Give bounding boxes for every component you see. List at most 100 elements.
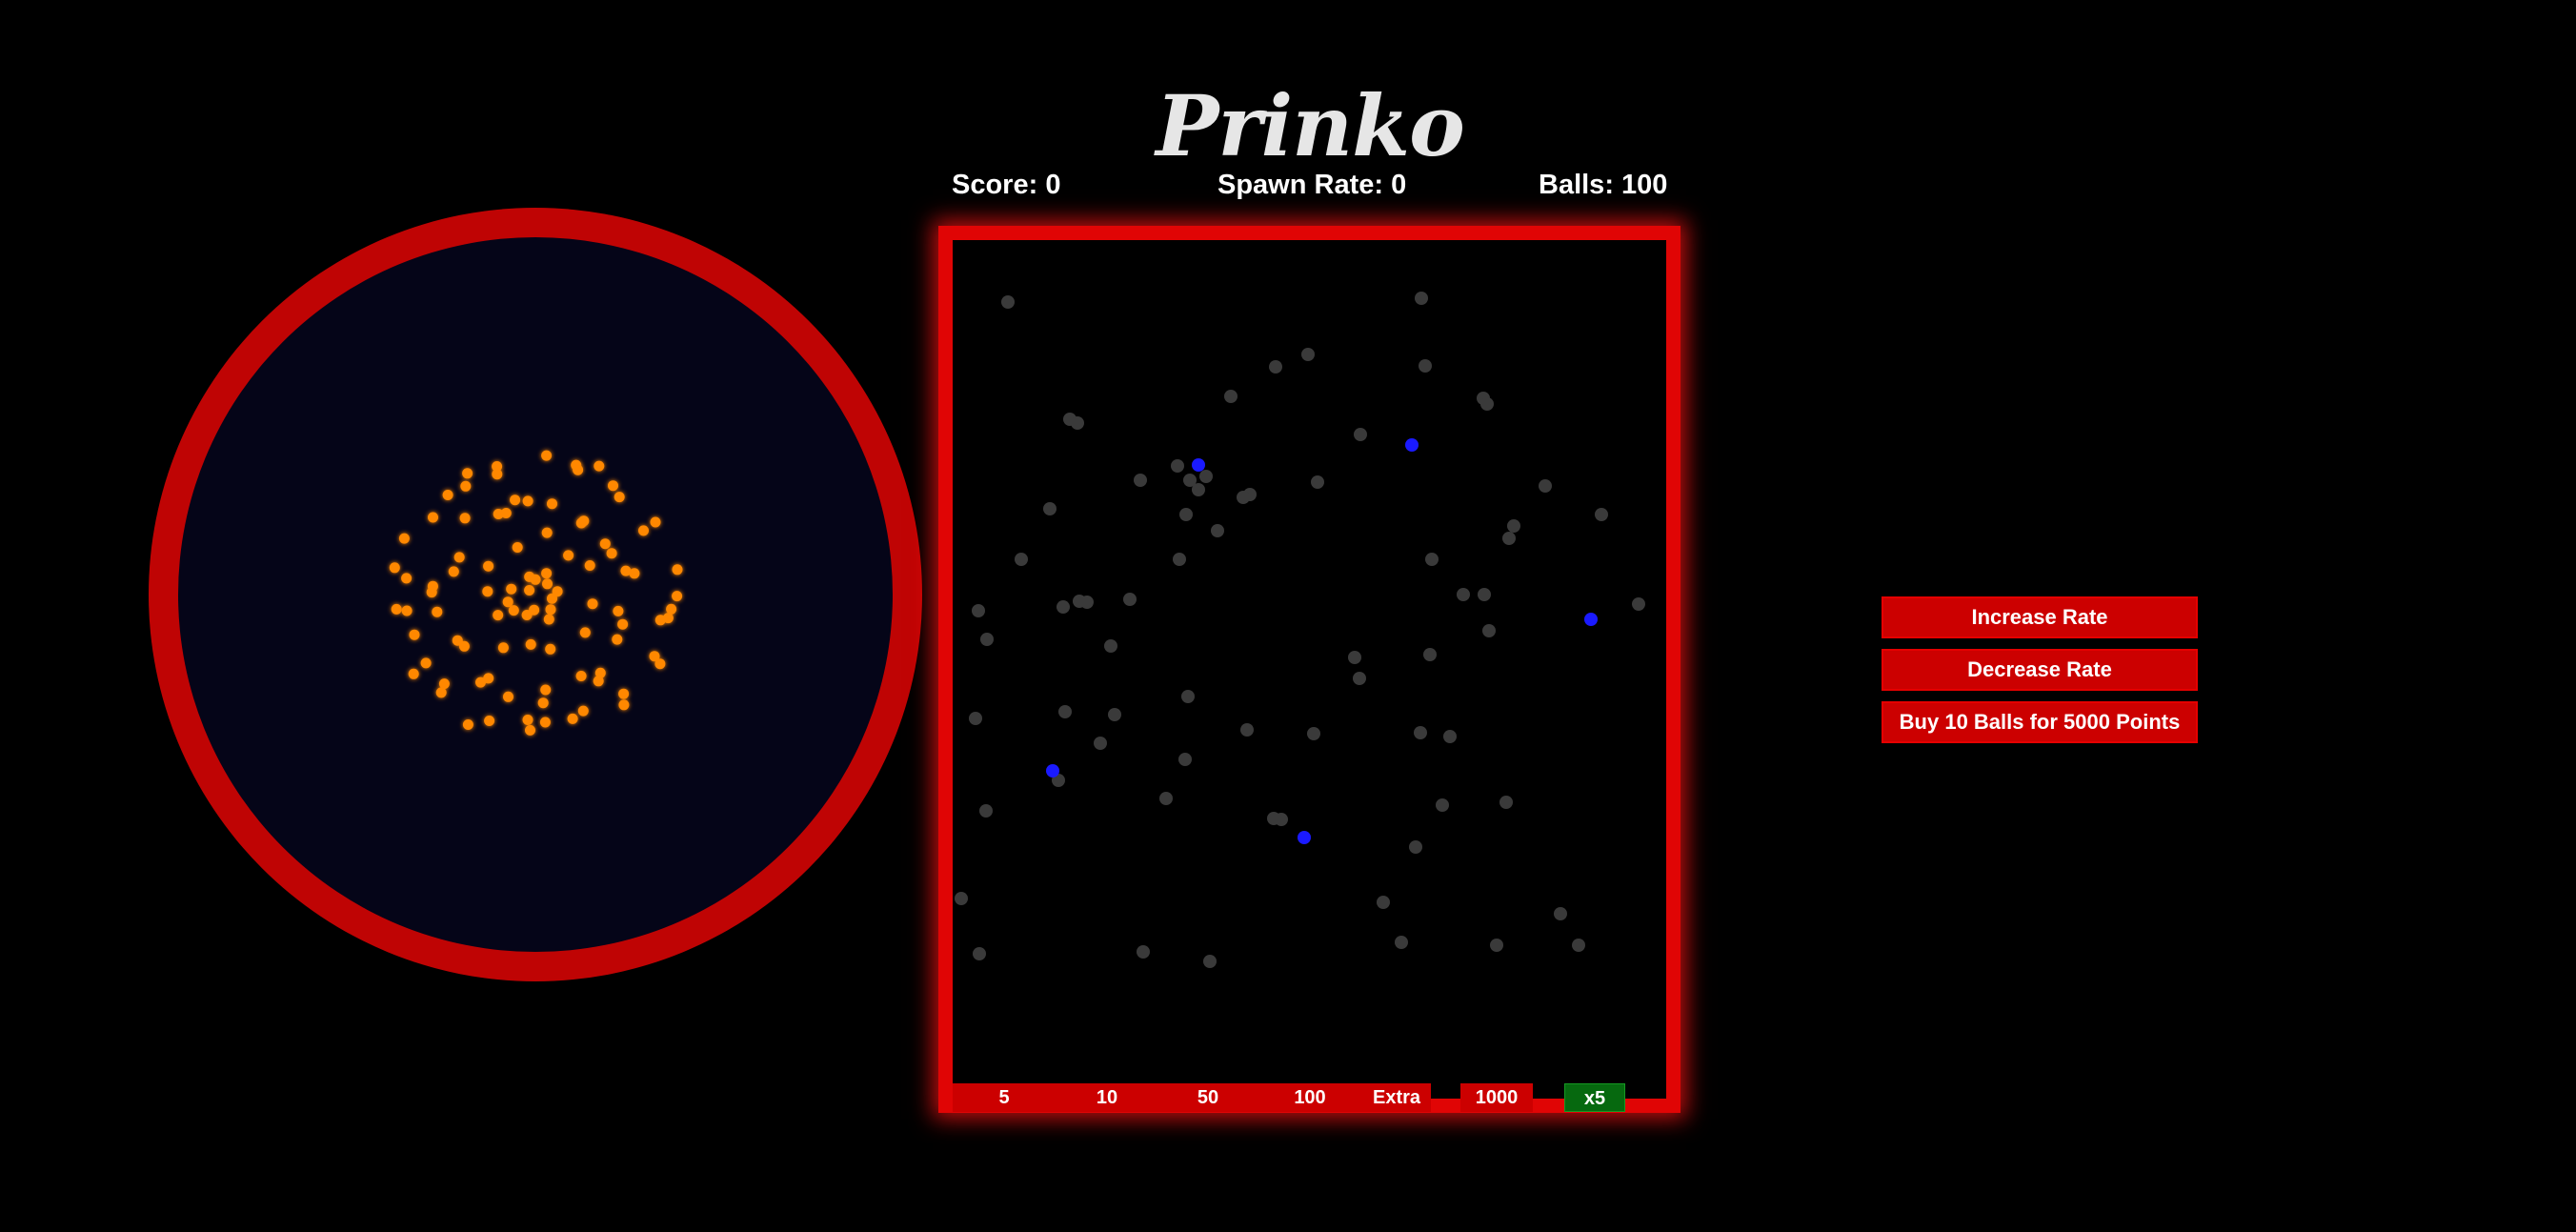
- orbit-particle: [593, 676, 604, 687]
- orbit-particle: [462, 719, 473, 730]
- orbit-particle: [408, 668, 419, 679]
- orbit-particle: [409, 629, 420, 640]
- peg: [1203, 955, 1217, 968]
- score-readout: Score: 0: [952, 170, 1061, 200]
- peg: [1181, 690, 1195, 703]
- orbit-particle: [539, 717, 551, 728]
- increase-rate-button[interactable]: Increase Rate: [1882, 596, 2198, 638]
- peg: [1178, 753, 1192, 766]
- bucket-100: 100: [1258, 1083, 1362, 1112]
- orbit-particle: [522, 495, 533, 507]
- orbit-particle: [508, 605, 519, 616]
- orbit-particle: [612, 634, 623, 645]
- orbit-particle: [428, 512, 438, 523]
- orbit-particle: [458, 640, 470, 652]
- peg: [1457, 588, 1470, 601]
- orbit-particle: [524, 585, 535, 596]
- orbit-particle: [459, 513, 471, 524]
- orbit-particles: [389, 450, 683, 736]
- buy-balls-button[interactable]: Buy 10 Balls for 5000 Points: [1882, 701, 2198, 743]
- orbit-particle: [629, 568, 640, 579]
- peg: [1104, 639, 1117, 653]
- peg: [1171, 459, 1184, 473]
- orbit-particle: [525, 724, 535, 736]
- orbit-particle: [552, 586, 563, 597]
- peg: [1632, 597, 1645, 611]
- peg: [1057, 600, 1070, 614]
- orbit-particle: [398, 533, 410, 544]
- orbit-particle: [563, 550, 574, 561]
- orbit-particle: [525, 638, 536, 650]
- peg: [1043, 502, 1057, 515]
- orbit-particle: [638, 525, 649, 536]
- peg: [1354, 428, 1367, 441]
- peg: [1134, 474, 1147, 487]
- peg: [1224, 390, 1238, 403]
- orbit-particle: [497, 642, 509, 654]
- orbit-particle: [666, 603, 677, 615]
- peg: [1348, 651, 1361, 664]
- orbit-particle: [543, 614, 554, 625]
- orbit-particle: [512, 542, 523, 553]
- peg: [1192, 483, 1205, 496]
- peg: [1071, 416, 1084, 430]
- peg: [972, 604, 985, 617]
- orbit-particle: [493, 610, 504, 621]
- peg: [1159, 792, 1173, 805]
- peg: [1539, 479, 1552, 493]
- orbit-particle: [587, 598, 598, 610]
- peg: [1554, 907, 1567, 920]
- active-ball: [1405, 438, 1419, 452]
- orbit-particle: [448, 566, 459, 577]
- peg: [1353, 672, 1366, 685]
- orbit-particle: [522, 715, 533, 725]
- peg: [1267, 812, 1280, 825]
- orbit-particle: [460, 480, 472, 492]
- peg: [1499, 796, 1513, 809]
- bucket-10: 10: [1056, 1083, 1158, 1112]
- orbit-particle: [618, 699, 630, 711]
- peg: [1073, 595, 1086, 608]
- peg: [1414, 726, 1427, 739]
- peg: [1237, 491, 1250, 504]
- bucket-50: 50: [1158, 1083, 1258, 1112]
- peg: [1001, 295, 1015, 309]
- orbit-particle: [442, 490, 453, 500]
- peg: [1502, 532, 1516, 545]
- orbit-particle: [483, 560, 494, 572]
- peg: [955, 892, 968, 905]
- orbit-particle: [510, 495, 521, 506]
- bucket-5: 5: [953, 1083, 1056, 1112]
- balls-readout: Balls: 100: [1539, 170, 1668, 200]
- peg: [1377, 896, 1390, 909]
- peg: [1301, 348, 1315, 361]
- orbit-particle: [542, 578, 553, 590]
- game-screen: Prinko Score: 0 Spawn Rate: 0 Balls: 100…: [0, 0, 2576, 1232]
- orbit-canvas: [178, 237, 893, 952]
- peg: [1015, 553, 1028, 566]
- plinko-board: 5 10 50 100 Extra 1000 x5: [938, 226, 1680, 1113]
- orbit-particle: [541, 450, 553, 461]
- orbit-particle: [506, 583, 517, 595]
- orbit-particle: [482, 586, 493, 597]
- orbit-particle: [547, 498, 557, 510]
- peg: [979, 804, 993, 818]
- orbit-particle: [594, 460, 605, 472]
- orbit-particle: [599, 538, 611, 550]
- orbit-particle: [500, 508, 512, 518]
- orbit-particle: [401, 605, 413, 616]
- decrease-rate-button[interactable]: Decrease Rate: [1882, 649, 2198, 691]
- peg: [1480, 397, 1494, 411]
- orbit-particle: [484, 716, 495, 726]
- peg: [1311, 475, 1324, 489]
- orbit-particle: [492, 461, 503, 472]
- active-ball: [1584, 613, 1598, 626]
- orbit-particle: [435, 687, 447, 698]
- peg: [1058, 705, 1072, 718]
- peg: [980, 633, 994, 646]
- orbit-particle: [575, 517, 587, 529]
- peg: [1507, 519, 1520, 533]
- orbit-particle: [579, 627, 591, 638]
- orbit-particle: [420, 657, 432, 669]
- orbit-particle: [391, 603, 402, 615]
